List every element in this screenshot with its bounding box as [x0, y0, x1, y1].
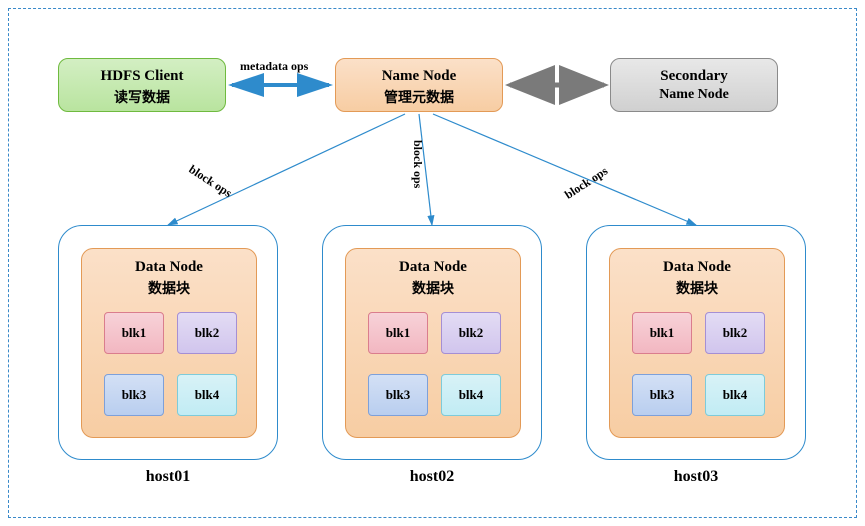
secondary-subtitle: Name Node	[611, 87, 777, 103]
datanode-box: Data Node 数据块 blk1 blk2 blk3 blk4	[345, 248, 521, 438]
block-4: blk4	[441, 374, 501, 416]
namenode-box: Name Node 管理元数据	[335, 58, 503, 112]
datanode-subtitle: 数据块	[346, 278, 520, 298]
host-label-3: host03	[586, 468, 806, 486]
block-4: blk4	[177, 374, 237, 416]
namenode-subtitle: 管理元数据	[336, 87, 502, 107]
datanode-title: Data Node	[82, 259, 256, 276]
hdfs-client-subtitle: 读写数据	[59, 87, 225, 107]
block-4: blk4	[705, 374, 765, 416]
namenode-title: Name Node	[336, 68, 502, 85]
block-2: blk2	[705, 312, 765, 354]
block-1: blk1	[104, 312, 164, 354]
secondary-namenode-box: Secondary Name Node	[610, 58, 778, 112]
datanode-subtitle: 数据块	[82, 278, 256, 298]
host-box-1: Data Node 数据块 blk1 blk2 blk3 blk4	[58, 225, 278, 460]
block-3: blk3	[632, 374, 692, 416]
block-3: blk3	[104, 374, 164, 416]
block-1: blk1	[368, 312, 428, 354]
block-2: blk2	[441, 312, 501, 354]
host-label-2: host02	[322, 468, 542, 486]
block-3: blk3	[368, 374, 428, 416]
datanode-title: Data Node	[346, 259, 520, 276]
hdfs-client-title: HDFS Client	[59, 68, 225, 85]
host-box-3: Data Node 数据块 blk1 blk2 blk3 blk4	[586, 225, 806, 460]
secondary-title: Secondary	[611, 68, 777, 85]
host-label-1: host01	[58, 468, 278, 486]
diagram-canvas: HDFS Client 读写数据 Name Node 管理元数据 Seconda…	[0, 0, 865, 526]
host-box-2: Data Node 数据块 blk1 blk2 blk3 blk4	[322, 225, 542, 460]
datanode-subtitle: 数据块	[610, 278, 784, 298]
block-1: blk1	[632, 312, 692, 354]
hdfs-client-box: HDFS Client 读写数据	[58, 58, 226, 112]
datanode-box: Data Node 数据块 blk1 blk2 blk3 blk4	[609, 248, 785, 438]
datanode-box: Data Node 数据块 blk1 blk2 blk3 blk4	[81, 248, 257, 438]
edge-label-blockops-2: block ops	[410, 140, 425, 188]
datanode-title: Data Node	[610, 259, 784, 276]
block-2: blk2	[177, 312, 237, 354]
edge-label-metadata: metadata ops	[240, 59, 308, 74]
